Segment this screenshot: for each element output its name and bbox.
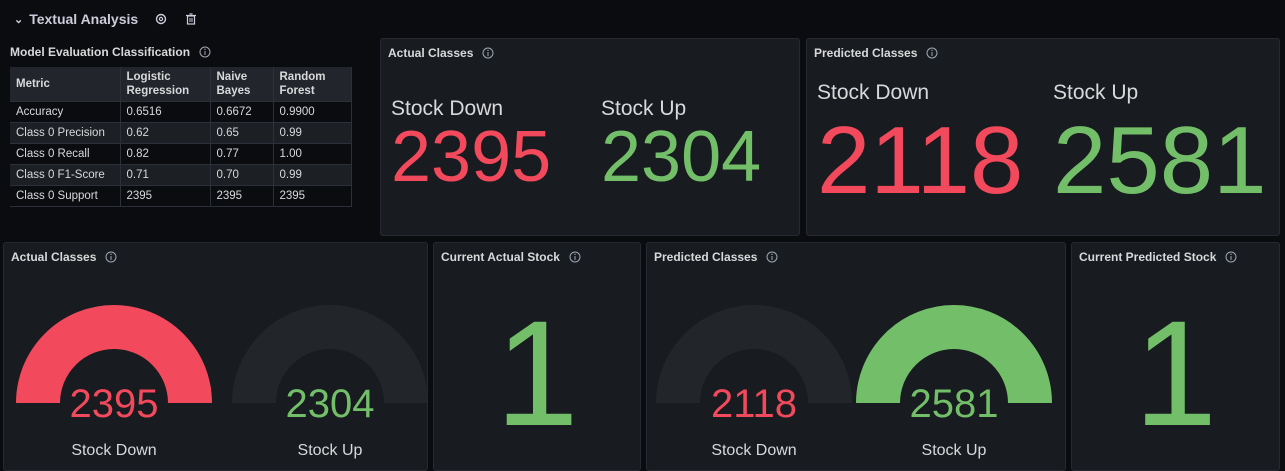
stat-value: 2118 (817, 107, 1024, 214)
column-header-logistic-regression[interactable]: Logistic Regression (120, 67, 211, 102)
gauge-value: 2304 (286, 382, 375, 426)
trash-icon[interactable] (184, 12, 198, 26)
gauge-value: 2118 (711, 382, 797, 426)
table-cell: 0.82 (120, 143, 211, 165)
gauge-value: 2395 (70, 382, 159, 426)
table-cell: Class 0 Support (10, 185, 121, 207)
table-header-row: Metric Logistic Regression Naive Bayes R… (10, 67, 352, 102)
table-cell: Class 0 Precision (10, 122, 121, 144)
actual-classes-stat-panel: Actual Classes Stock Down 2395 Stock Up … (380, 38, 800, 236)
stat-value: 2581 (1053, 107, 1267, 214)
table-cell: 0.99 (273, 122, 352, 144)
metrics-table: Metric Logistic Regression Naive Bayes R… (10, 67, 352, 207)
actual-classes-gauge-panel: Actual Classes 2395 Stock Down 2304 Stock U… (3, 242, 428, 471)
table-cell: 0.99 (273, 164, 352, 186)
panel-title[interactable]: Actual Classes (388, 46, 494, 60)
panel-title[interactable]: Predicted Classes (814, 46, 938, 60)
panel-title-text[interactable]: Actual Classes (388, 46, 473, 60)
row-title-group[interactable]: ⌄ Textual Analysis (14, 11, 198, 27)
stat-value: 2395 (391, 117, 552, 197)
gauge-value: 2581 (910, 382, 999, 426)
row-header: ⌄ Textual Analysis (0, 0, 1285, 38)
table-cell: 0.6672 (210, 101, 274, 123)
table-cell: 0.62 (120, 122, 211, 144)
table-cell: 2395 (210, 185, 274, 207)
row-title[interactable]: Textual Analysis (29, 11, 138, 27)
info-icon[interactable] (199, 46, 211, 58)
gauge-label: Stock Up (298, 442, 363, 459)
current-predicted-stock-panel: Current Predicted Stock 1 (1071, 242, 1280, 471)
gear-icon[interactable] (154, 12, 168, 26)
info-icon[interactable] (1225, 251, 1237, 263)
table-cell: Accuracy (10, 101, 121, 123)
table-cell: 0.71 (120, 164, 211, 186)
table-cell: 2395 (120, 185, 211, 207)
current-actual-stock-panel: Current Actual Stock 1 (433, 242, 641, 471)
stat-value: 1 (1133, 289, 1218, 457)
panel-title-text[interactable]: Model Evaluation Classification (10, 45, 190, 59)
stat-stock-up: Stock Up 2581 (1053, 81, 1267, 209)
gauge-chart: 2118 Stock Down 2581 Stock Up (656, 305, 1052, 459)
panel-title-text[interactable]: Current Predicted Stock (1079, 250, 1216, 264)
panel-title[interactable]: Current Predicted Stock (1079, 250, 1237, 264)
table-cell: Class 0 F1-Score (10, 164, 121, 186)
stat-value: 2304 (601, 117, 762, 197)
table-cell: 0.77 (210, 143, 274, 165)
info-icon[interactable] (926, 47, 938, 59)
table-row: Class 0 F1-Score 0.71 0.70 0.99 (10, 164, 352, 186)
table-cell: 0.6516 (120, 101, 211, 123)
stat-value: 1 (495, 289, 579, 457)
stat-stock-up: Stock Up 2304 (601, 97, 761, 193)
info-icon[interactable] (569, 251, 581, 263)
model-eval-panel: Model Evaluation Classification Metric L… (3, 38, 377, 238)
table-cell: Class 0 Recall (10, 143, 121, 165)
table-cell: 1.00 (273, 143, 352, 165)
table-row: Class 0 Precision 0.62 0.65 0.99 (10, 122, 352, 144)
stat-label: Stock Up (1053, 81, 1139, 104)
table-row: Class 0 Support 2395 2395 2395 (10, 185, 352, 207)
panel-title-text[interactable]: Current Actual Stock (441, 250, 560, 264)
info-icon[interactable] (482, 47, 494, 59)
panel-title[interactable]: Current Actual Stock (441, 250, 581, 264)
panel-title[interactable]: Model Evaluation Classification (10, 45, 211, 59)
table-cell: 2395 (273, 185, 352, 207)
column-header-random-forest[interactable]: Random Forest (273, 67, 352, 102)
stat-stock-down: Stock Down 2118 (817, 81, 1023, 209)
stat-stock-down: Stock Down 2395 (391, 97, 551, 193)
predicted-classes-stat-panel: Predicted Classes Stock Down 2118 Stock … (806, 38, 1280, 236)
panel-title-text[interactable]: Predicted Classes (814, 46, 917, 60)
table-row: Accuracy 0.6516 0.6672 0.9900 (10, 101, 352, 123)
table-cell: 0.65 (210, 122, 274, 144)
gauge-chart: 2395 Stock Down 2304 Stock Up (16, 305, 427, 459)
column-header-metric[interactable]: Metric (10, 67, 121, 102)
stat-label: Stock Down (817, 81, 930, 104)
chevron-down-icon[interactable]: ⌄ (14, 13, 23, 26)
table-cell: 0.9900 (273, 101, 352, 123)
gauge-label: Stock Down (71, 442, 156, 459)
column-header-naive-bayes[interactable]: Naive Bayes (210, 67, 274, 102)
table-cell: 0.70 (210, 164, 274, 186)
table-row: Class 0 Recall 0.82 0.77 1.00 (10, 143, 352, 165)
gauge-label: Stock Up (922, 442, 987, 459)
predicted-classes-gauge-panel: Predicted Classes 2118 Stock Down 2581 Stoc… (646, 242, 1066, 471)
table-body: Accuracy 0.6516 0.6672 0.9900 Class 0 Precis… (10, 101, 352, 207)
gauge-label: Stock Down (711, 442, 796, 459)
